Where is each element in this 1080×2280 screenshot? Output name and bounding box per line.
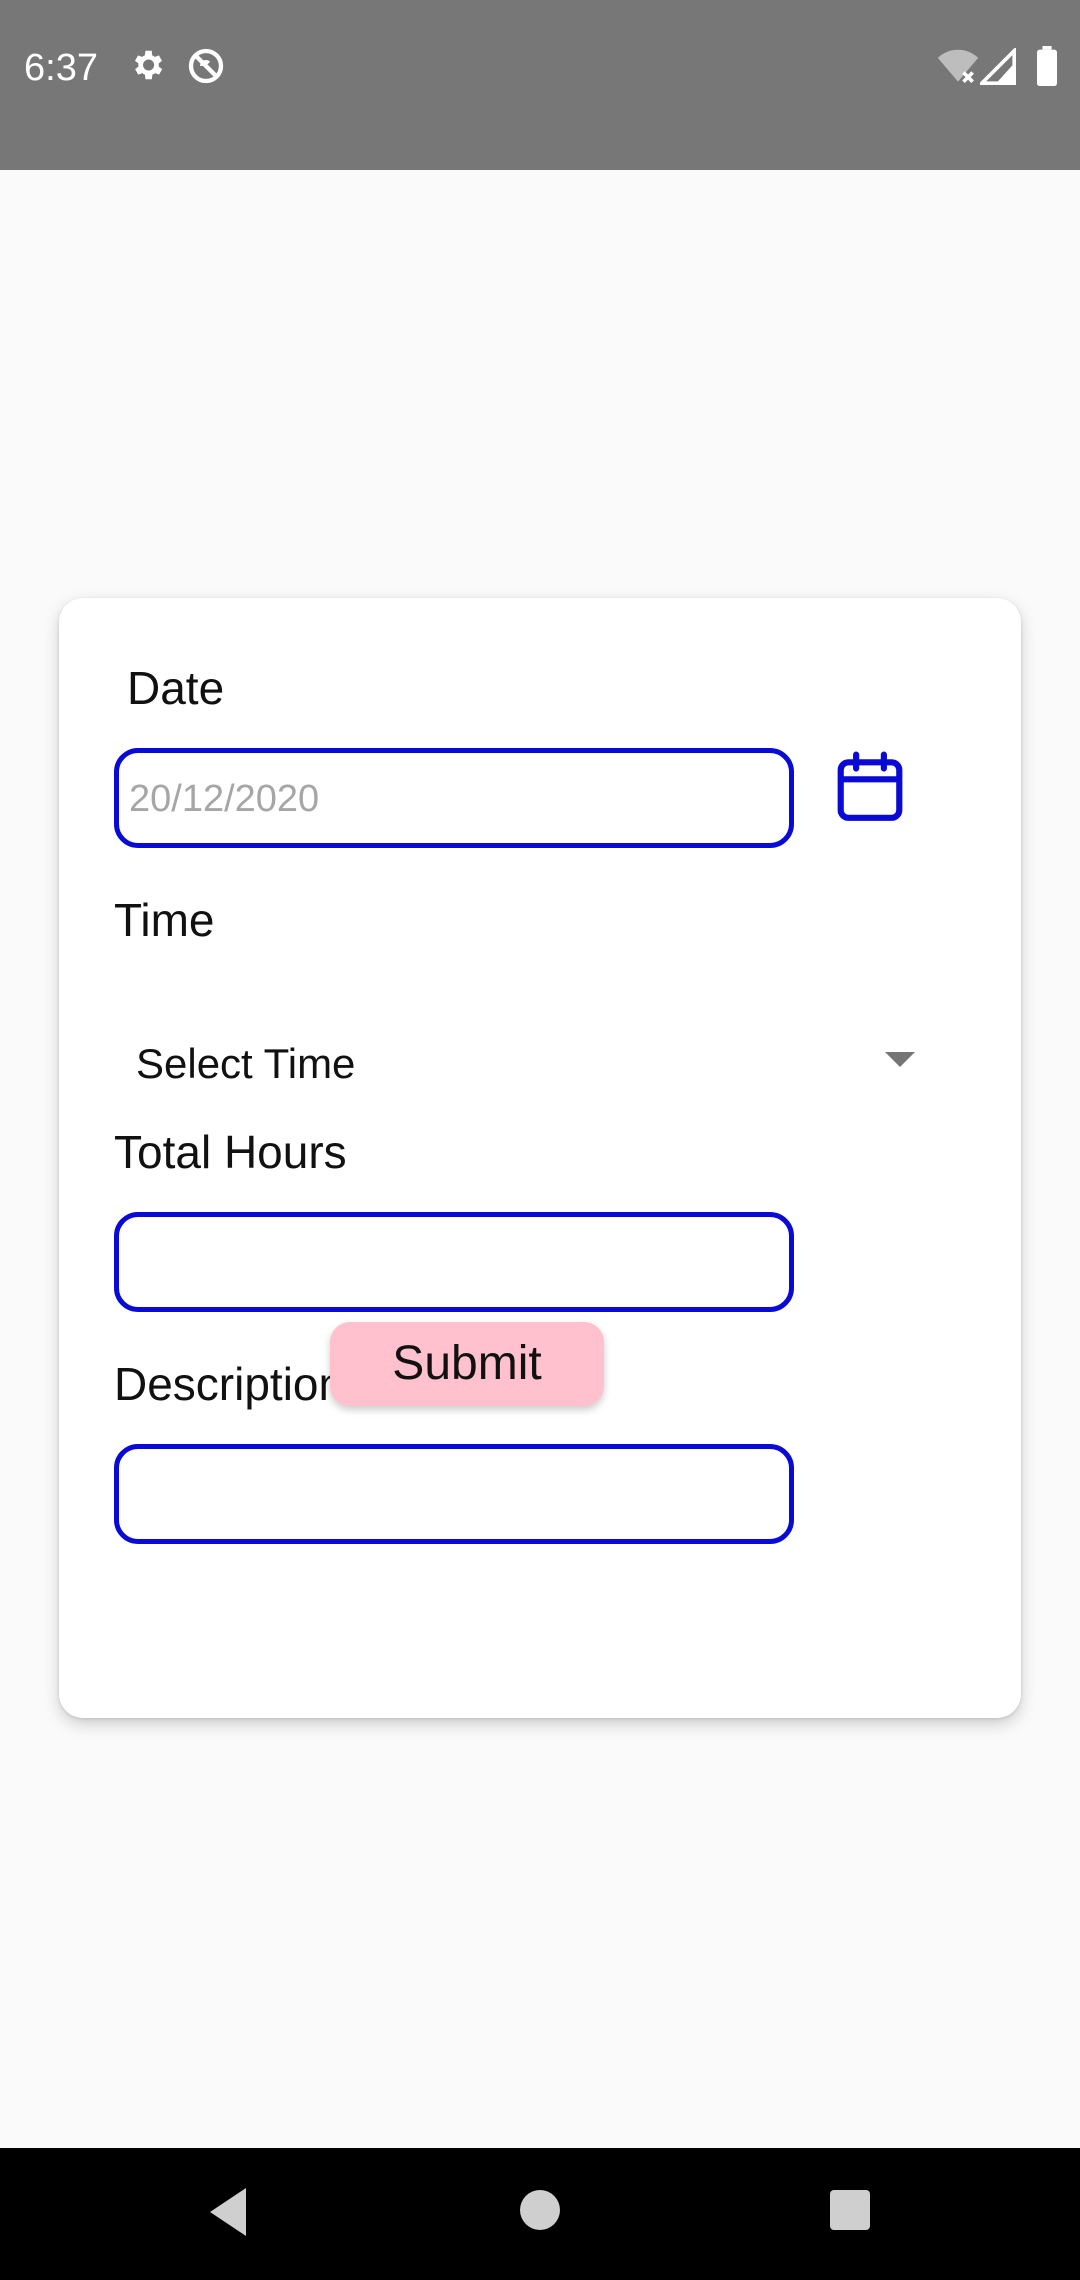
total-hours-field[interactable] — [114, 1212, 794, 1312]
home-icon[interactable] — [518, 2188, 562, 2232]
status-time: 6:37 — [24, 47, 98, 89]
time-dropdown-value: Select Time — [136, 1040, 356, 1087]
gear-icon — [134, 50, 163, 80]
signal-icon — [980, 48, 1016, 85]
date-field[interactable]: 20/12/2020 — [114, 748, 794, 848]
battery-icon — [1037, 46, 1057, 86]
chevron-down-icon[interactable] — [885, 1050, 915, 1070]
navigation-bar — [0, 2148, 1080, 2280]
description-field[interactable] — [114, 1444, 794, 1544]
calendar-icon[interactable] — [833, 748, 907, 826]
date-field-value: 20/12/2020 — [129, 778, 320, 820]
timesheet-form-card: Date 20/12/2020 Time Select Time Total H… — [59, 598, 1021, 1718]
status-bar: 6:37 — [0, 0, 1080, 170]
date-label: Date — [127, 662, 225, 714]
wifi-off-icon — [937, 49, 979, 83]
submit-button[interactable]: Submit — [330, 1322, 604, 1406]
do-not-disturb-icon — [188, 48, 224, 84]
back-icon[interactable] — [206, 2186, 250, 2238]
total-hours-label: Total Hours — [114, 1126, 347, 1178]
recents-icon[interactable] — [828, 2188, 872, 2232]
time-label: Time — [114, 894, 215, 946]
content-area: Date 20/12/2020 Time Select Time Total H… — [0, 170, 1080, 2148]
description-label: Description — [114, 1358, 345, 1410]
